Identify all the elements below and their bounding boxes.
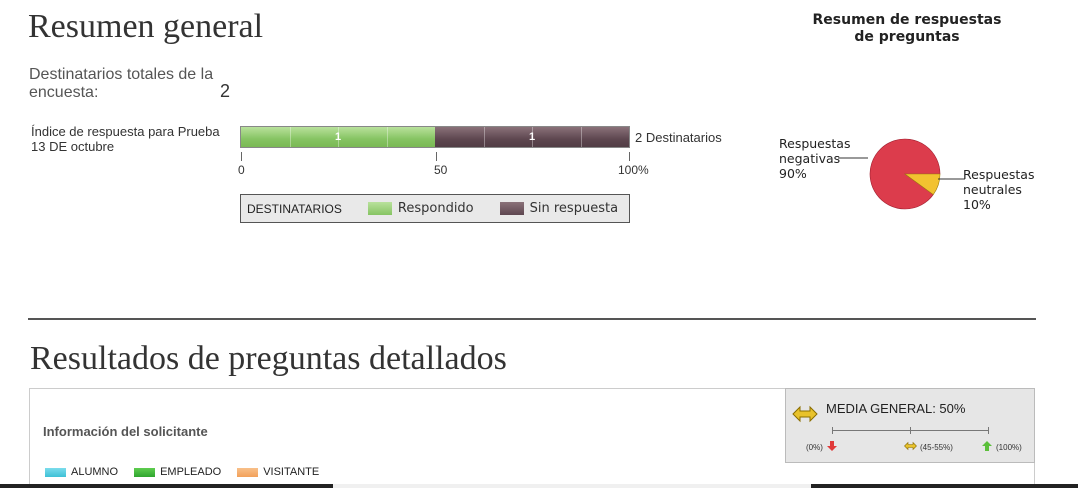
arrow-down-icon (827, 441, 837, 451)
pie-label-neutral-line1: Respuestas (963, 167, 1035, 182)
category-legend: ALUMNO EMPLEADO VISITANTE (45, 466, 335, 478)
bar-gridline (289, 127, 291, 147)
legend-label-not-responded: Sin respuesta (529, 201, 619, 216)
bar-gridline (338, 127, 339, 147)
responded-segment[interactable]: 1 (241, 127, 435, 147)
category-swatch-visitante (237, 467, 259, 477)
legend-title: DESTINATARIOS (247, 201, 342, 216)
axis-tick-100 (629, 152, 630, 161)
details-title: Resultados de preguntas detallados (30, 340, 507, 377)
pie-title: Resumen de respuestas de preguntas (780, 12, 1034, 46)
media-general-label: MEDIA GENERAL: 50% (826, 401, 966, 416)
category-item-alumno: ALUMNO (45, 466, 118, 478)
media-scale-tick-0 (832, 427, 833, 434)
pie-label-neutral-pct: 10% (963, 197, 991, 212)
media-scale-tick-100 (988, 427, 989, 434)
legend-item-not-responded: Sin respuesta (499, 201, 619, 216)
legend-swatch-responded (367, 202, 392, 215)
total-recipients-label: Destinatarios totales de la encuesta: (29, 66, 214, 101)
media-scale-tick-50 (910, 427, 911, 434)
bar-gridline (483, 127, 485, 147)
pie-label-neutral-line2: neutrales (963, 182, 1022, 197)
axis-label-0: 0 (238, 163, 245, 177)
axis-tick-0 (241, 152, 242, 161)
category-label-visitante: VISITANTE (263, 466, 320, 478)
double-arrow-small-icon (904, 441, 917, 451)
category-label-empleado: EMPLEADO (160, 466, 222, 478)
legend-label-responded: Respondido (397, 201, 474, 216)
legend-swatch-not-responded (499, 202, 524, 215)
pie-title-line1: Resumen de respuestas (812, 12, 1002, 28)
axis-tick-50 (436, 152, 437, 161)
category-swatch-empleado (134, 467, 156, 477)
bar-axis: 0 50 100% (238, 152, 649, 182)
bar-gridline (386, 127, 388, 147)
pie-label-neutral: Respuestas neutrales 10% (963, 167, 1034, 212)
pie-label-negative-pct: 90% (779, 166, 807, 181)
recipients-count-label: 2 Destinatarios (635, 130, 722, 145)
not-responded-segment[interactable]: 1 (435, 127, 629, 147)
pie-label-negative-line1: Respuestas (779, 136, 851, 151)
response-rate-label: Índice de respuesta para Prueba 13 DE oc… (31, 124, 220, 154)
media-scale-label-low: (0%) (806, 443, 823, 452)
category-item-visitante: VISITANTE (237, 466, 319, 478)
bar-gridline (580, 127, 582, 147)
axis-label-100: 100% (618, 163, 649, 177)
axis-label-50: 50 (434, 163, 448, 177)
summary-title: Resumen general (28, 8, 264, 45)
pie-label-negative-line2: negativas (779, 151, 841, 166)
category-swatch-alumno (45, 467, 66, 477)
legend-item-responded: Respondido (367, 201, 474, 216)
arrow-up-icon (982, 441, 992, 451)
pie-title-line2: de preguntas (854, 29, 960, 45)
bar-gridline (532, 127, 533, 147)
recipients-legend: DESTINATARIOS Respondido Sin respuesta (240, 194, 630, 223)
total-recipients-value: 2 (220, 81, 231, 101)
media-scale-label-high: (100%) (996, 443, 1022, 452)
media-scale-label-mid: (45-55%) (920, 443, 953, 452)
response-rate-bar: 1 1 (240, 126, 630, 148)
section-label: Información del solicitante (43, 424, 208, 439)
bottom-gap (333, 484, 811, 488)
pie-label-negative: Respuestas negativas 90% (779, 136, 850, 181)
media-scale: (0%) (45-55%) (100%) (800, 424, 1030, 459)
category-label-alumno: ALUMNO (71, 466, 119, 478)
double-arrow-icon (792, 405, 818, 423)
section-divider (28, 318, 1036, 320)
category-item-empleado: EMPLEADO (134, 466, 221, 478)
